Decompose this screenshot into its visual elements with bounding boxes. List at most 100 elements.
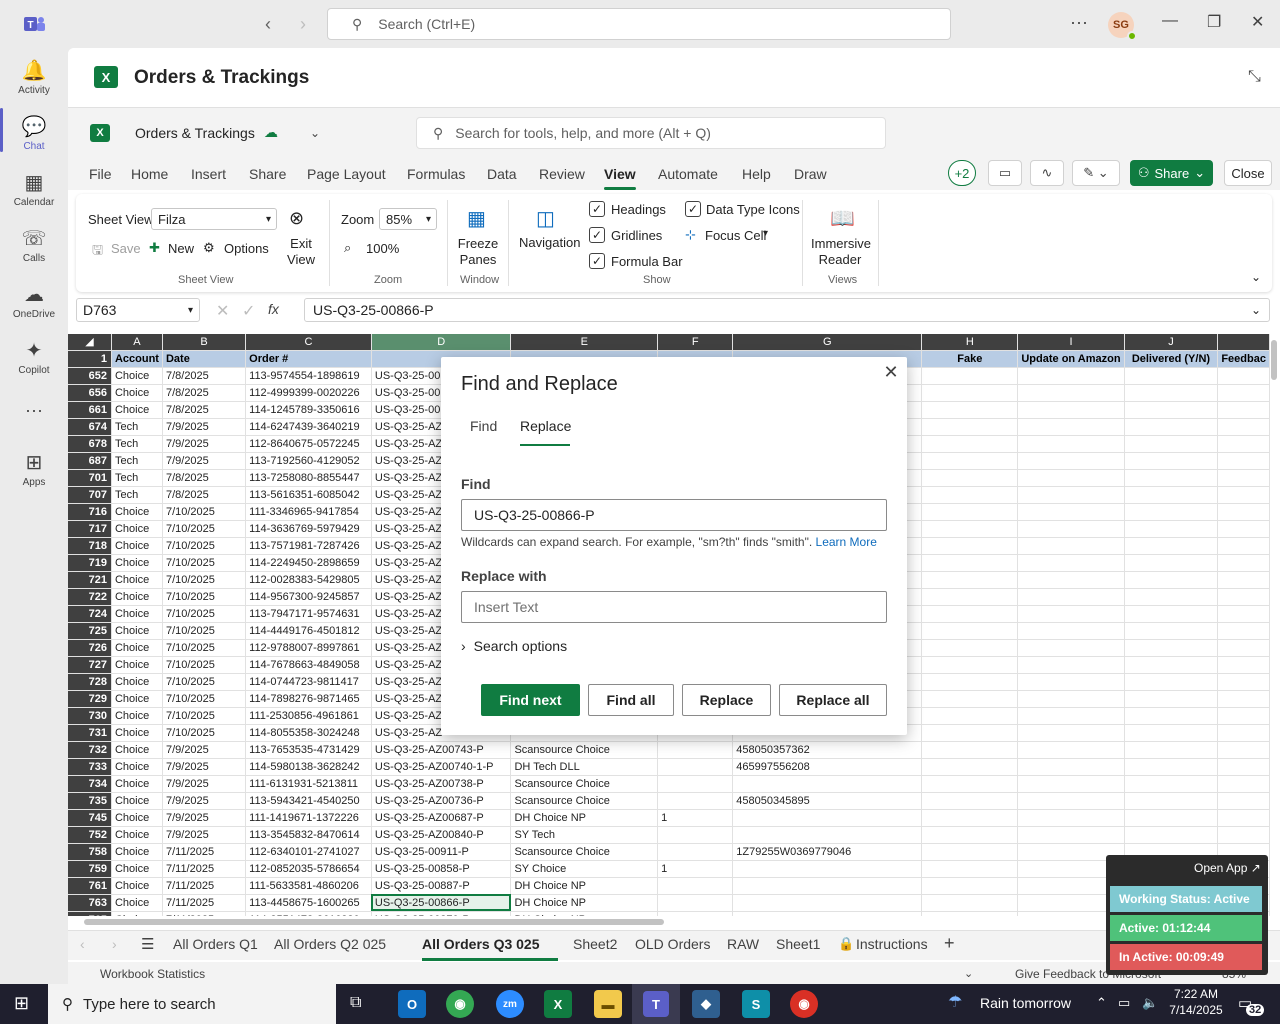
- table-cell[interactable]: 7/10/2025: [162, 588, 247, 606]
- save-view-button[interactable]: Save: [111, 241, 141, 256]
- options-button[interactable]: Options: [224, 241, 269, 256]
- table-cell[interactable]: [921, 639, 1019, 657]
- app-diamond-icon[interactable]: ◆: [692, 990, 720, 1018]
- table-cell[interactable]: Choice: [111, 843, 163, 861]
- table-cell[interactable]: [1124, 367, 1219, 385]
- row-header[interactable]: 707: [68, 486, 112, 504]
- column-header-a[interactable]: A: [111, 334, 163, 351]
- table-cell[interactable]: [1017, 401, 1125, 419]
- row-header[interactable]: 761: [68, 877, 112, 895]
- learn-more-link[interactable]: Learn More: [816, 535, 877, 549]
- table-cell[interactable]: 1: [657, 809, 734, 827]
- table-cell[interactable]: [921, 435, 1019, 453]
- table-cell[interactable]: [921, 367, 1019, 385]
- more-apps-icon[interactable]: ···: [0, 400, 68, 421]
- table-cell[interactable]: [1217, 554, 1270, 572]
- table-cell[interactable]: [921, 724, 1019, 742]
- table-cell[interactable]: [1124, 469, 1219, 487]
- tab-home[interactable]: Home: [131, 166, 168, 182]
- row-header[interactable]: 752: [68, 826, 112, 844]
- table-cell[interactable]: 111-5633581-4860206: [245, 877, 372, 895]
- table-cell[interactable]: [921, 520, 1019, 538]
- table-cell[interactable]: Scansource Choice: [510, 792, 659, 810]
- table-cell[interactable]: [921, 792, 1019, 810]
- table-cell[interactable]: 111-1419671-1372226: [245, 809, 372, 827]
- excel-taskbar-icon[interactable]: X: [544, 990, 572, 1018]
- table-cell[interactable]: 7/9/2025: [162, 435, 247, 453]
- table-cell[interactable]: [1217, 775, 1270, 793]
- table-cell[interactable]: Choice: [111, 520, 163, 538]
- collapse-icon[interactable]: ⤡: [1248, 68, 1261, 86]
- table-cell[interactable]: [1017, 707, 1125, 725]
- table-cell[interactable]: [1217, 588, 1270, 606]
- table-cell[interactable]: 465997556208: [732, 758, 923, 776]
- header-cell[interactable]: Date: [162, 350, 247, 368]
- column-header-e[interactable]: E: [510, 334, 659, 351]
- table-cell[interactable]: 7/10/2025: [162, 690, 247, 708]
- table-cell[interactable]: 7/10/2025: [162, 622, 247, 640]
- table-cell[interactable]: [1217, 605, 1270, 623]
- table-cell[interactable]: Choice: [111, 724, 163, 742]
- sheet-view-select[interactable]: Filza ▾: [151, 208, 277, 230]
- chevron-down-icon[interactable]: ⌄: [964, 967, 973, 980]
- table-cell[interactable]: 113-7653535-4731429: [245, 741, 372, 759]
- table-cell[interactable]: Choice: [111, 707, 163, 725]
- table-cell[interactable]: Choice: [111, 758, 163, 776]
- sheet-tab-instructions[interactable]: Instructions: [856, 936, 928, 952]
- more-options-icon[interactable]: ···: [1070, 12, 1088, 33]
- teams-search-bar[interactable]: ⚲ Search (Ctrl+E): [327, 8, 951, 40]
- header-cell[interactable]: Feedbac: [1217, 350, 1270, 368]
- table-cell[interactable]: [732, 911, 923, 916]
- table-cell[interactable]: [1017, 690, 1125, 708]
- app-s-icon[interactable]: S: [742, 990, 770, 1018]
- table-cell[interactable]: [1017, 588, 1125, 606]
- row-header[interactable]: 727: [68, 656, 112, 674]
- table-cell[interactable]: [732, 877, 923, 895]
- navigation-button[interactable]: Navigation: [519, 235, 580, 250]
- table-cell[interactable]: [1017, 452, 1125, 470]
- column-header-k[interactable]: [1217, 334, 1270, 351]
- table-cell[interactable]: [1017, 758, 1125, 776]
- table-cell[interactable]: Tech: [111, 435, 163, 453]
- table-cell[interactable]: 7/10/2025: [162, 656, 247, 674]
- table-cell[interactable]: [1017, 826, 1125, 844]
- row-header[interactable]: 717: [68, 520, 112, 538]
- row-header[interactable]: 729: [68, 690, 112, 708]
- taskbar-clock[interactable]: 7:22 AM 7/14/2025: [1168, 986, 1224, 1018]
- find-input[interactable]: [461, 499, 887, 531]
- avatar[interactable]: SG: [1108, 12, 1137, 41]
- table-cell[interactable]: [1217, 452, 1270, 470]
- table-cell[interactable]: 7/10/2025: [162, 724, 247, 742]
- row-header[interactable]: 759: [68, 860, 112, 878]
- table-cell[interactable]: [1017, 741, 1125, 759]
- table-cell[interactable]: [1217, 656, 1270, 674]
- table-cell[interactable]: [1124, 384, 1219, 402]
- row-header[interactable]: 724: [68, 605, 112, 623]
- name-box[interactable]: D763 ▾: [76, 298, 200, 322]
- table-cell[interactable]: [1017, 571, 1125, 589]
- table-cell[interactable]: Choice: [111, 401, 163, 419]
- tab-share[interactable]: Share: [249, 166, 286, 182]
- table-cell[interactable]: [921, 418, 1019, 436]
- table-cell[interactable]: [1017, 367, 1125, 385]
- table-cell[interactable]: [1124, 741, 1219, 759]
- column-header-c[interactable]: C: [245, 334, 372, 351]
- header-cell[interactable]: Order #: [245, 350, 372, 368]
- table-cell[interactable]: [1017, 673, 1125, 691]
- table-cell[interactable]: [1017, 469, 1125, 487]
- column-header-j[interactable]: J: [1124, 334, 1219, 351]
- table-cell[interactable]: Choice: [111, 605, 163, 623]
- table-cell[interactable]: [1217, 469, 1270, 487]
- table-cell[interactable]: 7/10/2025: [162, 520, 247, 538]
- table-cell[interactable]: Choice: [111, 741, 163, 759]
- table-cell[interactable]: [921, 401, 1019, 419]
- table-cell[interactable]: [921, 537, 1019, 555]
- table-cell[interactable]: [1217, 622, 1270, 640]
- rail-item-copilot[interactable]: ✦ Copilot: [0, 338, 68, 376]
- table-cell[interactable]: [921, 486, 1019, 504]
- table-cell[interactable]: 7/9/2025: [162, 775, 247, 793]
- row-header[interactable]: 763: [68, 894, 112, 912]
- table-cell[interactable]: [1217, 792, 1270, 810]
- minimize-icon[interactable]: —: [1162, 12, 1178, 30]
- editing-mode-icon[interactable]: ✎ ⌄: [1072, 160, 1120, 186]
